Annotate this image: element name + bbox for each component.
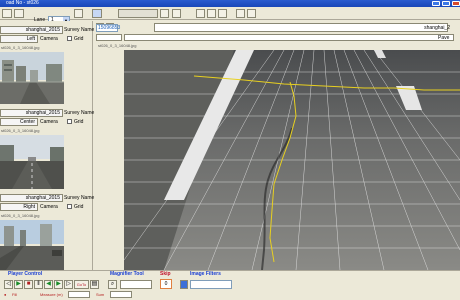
fwd-icon[interactable] (172, 9, 181, 18)
window-title: oad No - st026 (6, 0, 39, 6)
grid-icon[interactable] (236, 9, 245, 18)
survey-label: Survey Name (64, 27, 95, 33)
camera-label: Camera (40, 204, 58, 210)
camera-label: Camera (40, 119, 58, 125)
camera-label: Camera (40, 36, 58, 42)
open-icon[interactable] (2, 9, 12, 18)
lane-icon[interactable] (92, 9, 102, 18)
save-frame-icon[interactable]: ▤ (90, 280, 99, 289)
nav-slider[interactable] (118, 9, 158, 18)
stop-icon[interactable]: ■ (24, 280, 33, 289)
pause-icon[interactable]: ‖ (34, 280, 43, 289)
right-camera-thumbnail[interactable] (0, 220, 64, 270)
play-icon[interactable]: ▶ (14, 280, 23, 289)
play-icon[interactable] (218, 9, 227, 18)
close-button[interactable] (452, 1, 460, 6)
sum-label: Sum (96, 292, 105, 297)
step-back-icon[interactable]: ◁ (4, 280, 13, 289)
image-filename: st026_0_3_16048.jpg (1, 213, 40, 218)
frame-number-input[interactable]: 15096853 (96, 24, 120, 32)
camera-field-center[interactable]: Center (0, 118, 38, 126)
image-filter-select[interactable] (190, 280, 232, 289)
magnifier-icon[interactable]: ⌕ (108, 280, 117, 289)
magnifier-slider[interactable] (120, 280, 152, 289)
grid-label: Grid (74, 119, 84, 125)
left-camera-thumbnail[interactable] (0, 52, 64, 104)
camera-field-right[interactable]: Right (0, 203, 38, 211)
main-header: shanghai_2 (94, 21, 460, 33)
goto-button[interactable]: GoTo (74, 280, 89, 289)
next-frame-icon[interactable]: ▷ (64, 280, 73, 289)
grid-label: Grid (74, 36, 84, 42)
maximize-button[interactable] (442, 1, 450, 6)
image-filename: st026_0_3_16048.jpg (1, 45, 40, 50)
grid-checkbox[interactable] (67, 36, 72, 41)
survey-label: Survey Name (64, 195, 95, 201)
scope-icon[interactable] (74, 9, 83, 18)
measure-label: Measure (m) (40, 292, 63, 297)
pavement-image[interactable] (124, 50, 460, 270)
toolbar: Lane 1▼ (0, 7, 460, 24)
grid-checkbox[interactable] (67, 204, 72, 209)
survey-field-left[interactable]: shanghai_2015 (0, 26, 63, 34)
survey-field-center[interactable]: shanghai_2015 (0, 109, 63, 117)
magnifier-title: Magnifier Tool (110, 271, 144, 277)
survey-label: Survey Name (64, 110, 95, 116)
camera-field-left[interactable]: Left (0, 35, 38, 43)
sync-icon[interactable] (196, 9, 205, 18)
forward-icon[interactable]: ▶ (54, 280, 63, 289)
view-dropdown[interactable] (124, 34, 454, 41)
refresh-icon[interactable]: ● (4, 292, 6, 297)
skip-title: Skip (160, 271, 171, 277)
filter-icon[interactable] (180, 280, 188, 289)
help-icon[interactable] (247, 9, 256, 18)
grid-label: Grid (74, 204, 84, 210)
image-filters-title: Image Filters (190, 271, 221, 277)
fill-label: Fill (12, 292, 18, 297)
survey-dropdown[interactable] (154, 23, 448, 32)
grid-checkbox[interactable] (67, 119, 72, 124)
player-control-title: Player Control (8, 271, 43, 277)
frame-slider[interactable] (96, 34, 122, 41)
image-filename: st026_0_3_16048.jpg (1, 128, 40, 133)
zoom-icon[interactable] (207, 9, 216, 18)
measure-field[interactable] (68, 291, 90, 298)
rewind-icon[interactable]: ◀ (44, 280, 53, 289)
window-title-bar: oad No - st026 (0, 0, 460, 7)
sum-field[interactable] (110, 291, 132, 298)
minimize-button[interactable] (432, 1, 440, 6)
survey-name-right: shanghai_2 (424, 25, 450, 31)
save-icon[interactable] (14, 9, 24, 18)
view-label: Pave (438, 35, 450, 41)
skip-input[interactable]: 0 (160, 279, 172, 289)
main-image-filename: st026_0_3_16048.jpg (98, 43, 137, 48)
survey-field-right[interactable]: shanghai_2015 (0, 194, 63, 202)
back-icon[interactable] (160, 9, 169, 18)
center-camera-thumbnail[interactable] (0, 135, 64, 189)
